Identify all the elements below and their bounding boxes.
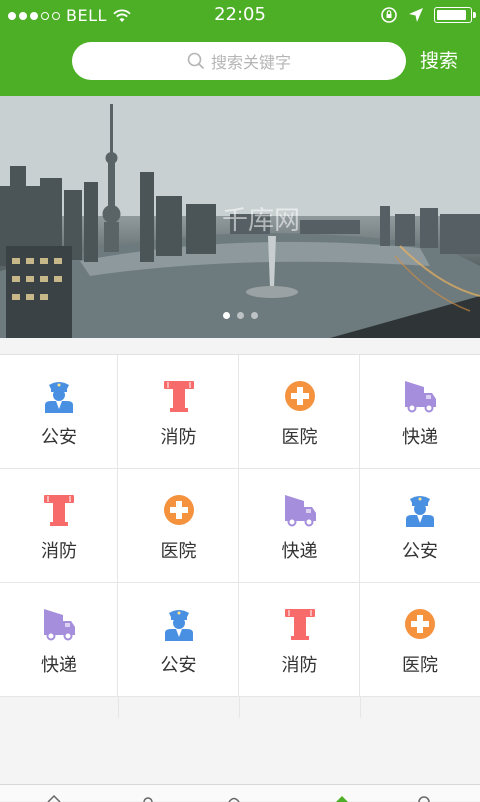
service-item[interactable]: 消防 bbox=[0, 469, 118, 583]
service-item[interactable]: 快递 bbox=[239, 469, 360, 583]
service-item[interactable]: 医院 bbox=[239, 355, 360, 469]
truck-icon bbox=[404, 379, 436, 413]
service-item-label: 公安 bbox=[402, 541, 438, 562]
service-item[interactable]: 快递 bbox=[360, 355, 480, 469]
service-item[interactable]: 快递 bbox=[0, 583, 118, 697]
hospital-icon bbox=[284, 379, 316, 413]
service-item[interactable]: 消防 bbox=[118, 355, 239, 469]
user-tab-icon[interactable] bbox=[140, 794, 156, 802]
service-item-label: 快递 bbox=[281, 541, 318, 562]
service-item-label: 消防 bbox=[41, 541, 77, 562]
service-item-label: 快递 bbox=[41, 655, 77, 676]
police-icon bbox=[43, 379, 75, 413]
banner-watermark: 千库网 bbox=[222, 206, 301, 236]
hospital-icon bbox=[163, 493, 195, 527]
divider bbox=[118, 696, 119, 718]
service-item[interactable]: 消防 bbox=[239, 583, 360, 697]
home-tab-icon[interactable] bbox=[46, 794, 62, 802]
service-item[interactable]: 公安 bbox=[0, 355, 118, 469]
banner-carousel[interactable]: 千库网 bbox=[0, 96, 480, 338]
service-item-label: 医院 bbox=[402, 655, 438, 676]
police-icon bbox=[163, 607, 195, 641]
service-item[interactable]: 公安 bbox=[360, 469, 480, 583]
service-item-label: 消防 bbox=[160, 427, 197, 448]
search-icon bbox=[187, 52, 205, 70]
police-icon bbox=[404, 493, 436, 527]
divider bbox=[239, 696, 240, 718]
status-right bbox=[380, 6, 476, 24]
bottom-tab-bar bbox=[0, 784, 480, 802]
service-grid: 公安 消防 医院 快递 消防 医院 快递 公安 快递 公安 消防 医院 bbox=[0, 354, 480, 697]
service-item-label: 医院 bbox=[281, 427, 318, 448]
service-item-label: 快递 bbox=[402, 427, 438, 448]
banner-page-indicator bbox=[0, 312, 480, 319]
battery-icon bbox=[434, 7, 476, 23]
hydrant-icon bbox=[43, 493, 75, 527]
page-dot bbox=[222, 312, 230, 319]
status-bar: BELL 22:05 bbox=[0, 0, 480, 32]
active-tab-icon[interactable] bbox=[334, 794, 350, 802]
truck-icon bbox=[43, 607, 75, 641]
service-item-label: 公安 bbox=[160, 655, 197, 676]
header-bar: BELL 22:05 搜索关键字 搜索 bbox=[0, 0, 480, 96]
divider bbox=[360, 696, 361, 718]
location-arrow-icon bbox=[409, 8, 423, 22]
rotation-lock-icon bbox=[381, 7, 397, 23]
search-input[interactable]: 搜索关键字 bbox=[72, 42, 406, 80]
hospital-icon bbox=[404, 607, 436, 641]
page-dot bbox=[250, 312, 258, 319]
truck-icon bbox=[284, 493, 316, 527]
service-item[interactable]: 公安 bbox=[118, 583, 239, 697]
service-item-label: 医院 bbox=[160, 541, 197, 562]
hydrant-icon bbox=[163, 379, 195, 413]
more-tab-icon[interactable] bbox=[416, 794, 432, 802]
service-item[interactable]: 医院 bbox=[360, 583, 480, 697]
service-item[interactable]: 医院 bbox=[118, 469, 239, 583]
page-dot bbox=[236, 312, 244, 319]
search-button[interactable]: 搜索 bbox=[414, 46, 464, 76]
service-item-label: 公安 bbox=[41, 427, 77, 448]
search-placeholder: 搜索关键字 bbox=[210, 53, 291, 72]
service-item-label: 消防 bbox=[281, 655, 318, 676]
phone-tab-icon[interactable] bbox=[226, 794, 242, 802]
hydrant-icon bbox=[284, 607, 316, 641]
